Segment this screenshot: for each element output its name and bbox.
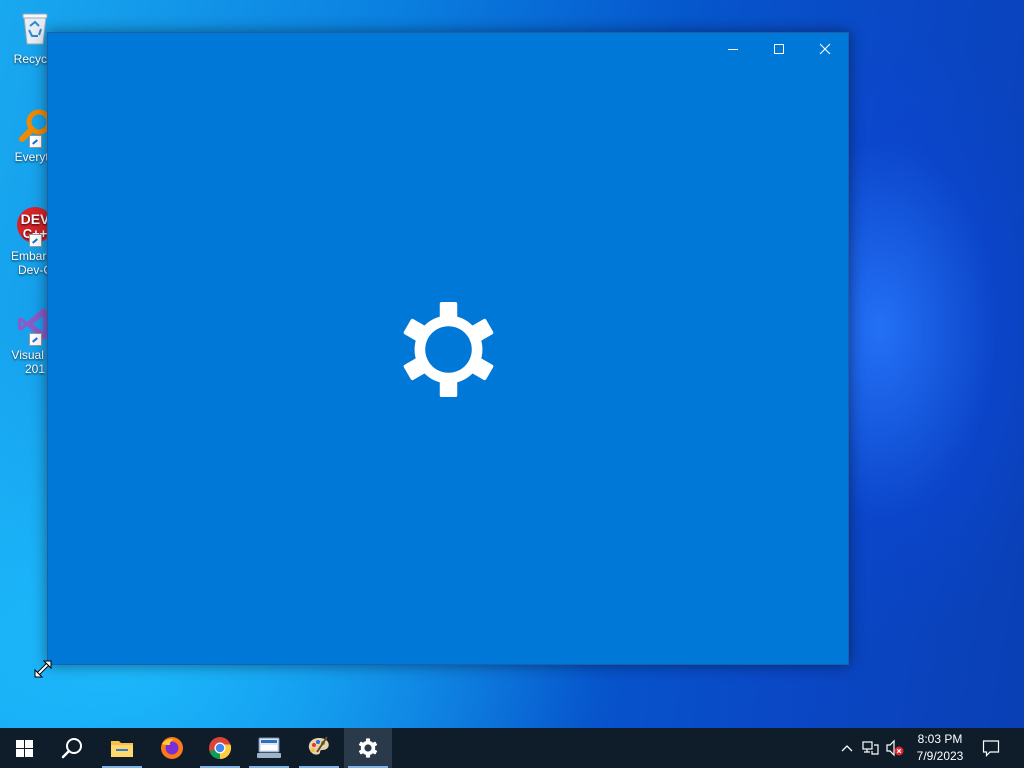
- taskbar-settings[interactable]: [344, 728, 392, 768]
- maximize-button[interactable]: [756, 33, 802, 65]
- window-titlebar[interactable]: [48, 33, 848, 65]
- taskbar-paint-app[interactable]: [295, 728, 343, 768]
- start-button[interactable]: [0, 728, 48, 768]
- settings-gear-icon: [403, 301, 494, 398]
- tray-show-hidden-button[interactable]: [836, 728, 858, 768]
- windows-logo-icon: [15, 739, 33, 757]
- taskbar-firefox[interactable]: [148, 728, 196, 768]
- chevron-up-icon: [841, 745, 853, 752]
- action-center-button[interactable]: [978, 728, 1004, 768]
- taskbar-clock[interactable]: 8:03 PM 7/9/2023: [905, 731, 975, 765]
- volume-muted-icon: [886, 739, 904, 757]
- taskbar: 8:03 PM 7/9/2023: [0, 728, 1024, 768]
- folder-icon: [111, 741, 133, 757]
- minimize-icon: [728, 49, 738, 50]
- shortcut-arrow-icon: [29, 234, 42, 247]
- monitor-app-icon: [257, 737, 281, 758]
- close-icon: [819, 43, 831, 55]
- tray-network-button[interactable]: [860, 728, 882, 768]
- taskbar-network-app[interactable]: [245, 728, 293, 768]
- action-center-icon: [982, 740, 1000, 757]
- tray-volume-button[interactable]: [884, 728, 906, 768]
- search-button[interactable]: [48, 728, 96, 768]
- network-icon: [862, 741, 879, 755]
- chrome-icon: [209, 737, 232, 760]
- minimize-button[interactable]: [710, 33, 756, 65]
- maximize-icon: [774, 44, 784, 54]
- settings-gear-icon: [358, 738, 378, 758]
- shortcut-arrow-icon: [29, 333, 42, 346]
- resize-cursor-icon: [34, 660, 52, 678]
- firefox-icon: [161, 737, 183, 759]
- paint-palette-icon: [308, 736, 329, 755]
- shortcut-arrow-icon: [29, 135, 42, 148]
- settings-window[interactable]: [47, 32, 849, 665]
- desktop: Recycle Everyth DEV C++ Embarca Dev-C: [0, 0, 1024, 728]
- close-button[interactable]: [802, 33, 848, 65]
- clock-time: 8:03 PM: [917, 732, 963, 746]
- taskbar-chrome[interactable]: [196, 728, 244, 768]
- search-icon: [61, 738, 82, 759]
- svg-text:DEV: DEV: [21, 211, 50, 227]
- taskbar-file-explorer[interactable]: [98, 728, 146, 768]
- clock-date: 7/9/2023: [916, 749, 964, 763]
